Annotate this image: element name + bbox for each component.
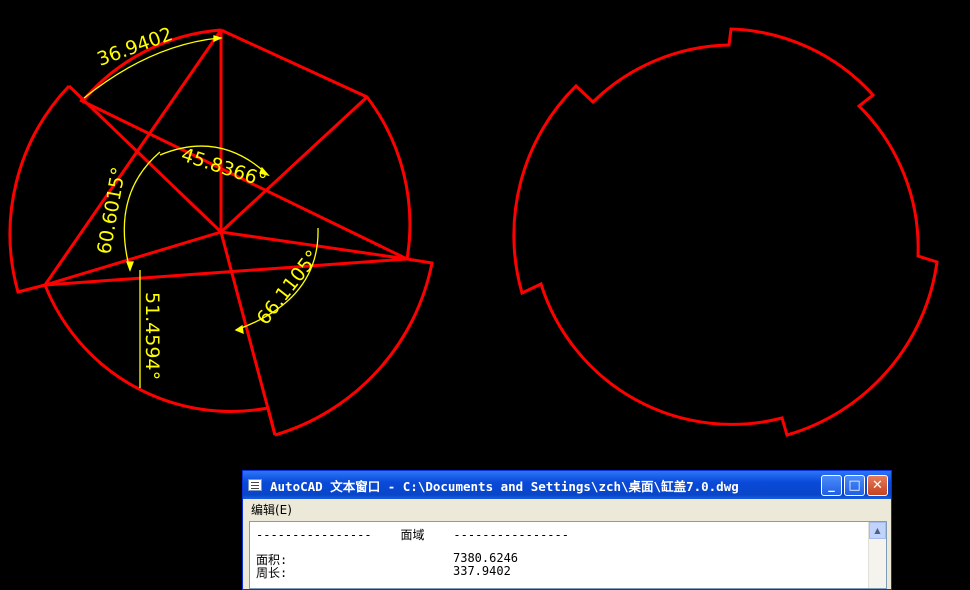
area-value: 7380.6246 <box>453 551 519 565</box>
window-icon[interactable] <box>248 479 262 491</box>
vertical-scrollbar[interactable]: ▲ <box>868 522 886 588</box>
region-header-line: ---------------- 面域 ---------------- <box>256 528 569 542</box>
minimize-icon[interactable]: _ <box>821 475 842 496</box>
arrow-3 <box>126 261 134 272</box>
text-window-menubar: 编辑(E) <box>243 499 891 519</box>
perimeter-label: 周长: <box>256 566 288 580</box>
region-outline <box>512 27 939 437</box>
perimeter-value: 337.9402 <box>453 564 511 578</box>
close-icon[interactable]: ✕ <box>867 475 888 496</box>
scroll-up-arrow-icon[interactable]: ▲ <box>869 522 886 539</box>
arrow-4 <box>234 324 244 335</box>
left-figure <box>8 28 434 437</box>
step-bottom <box>266 407 277 436</box>
text-window-titlebar[interactable]: AutoCAD 文本窗口 - C:\Documents and Settings… <box>243 471 891 499</box>
dim-angle-right-text: 66.1105° <box>253 246 325 329</box>
chord-c <box>44 257 408 287</box>
dim-angle-bottom-left-text: 51.4594° <box>141 292 163 380</box>
text-window-content[interactable]: ---------------- 面域 ---------------- 面积:… <box>249 521 887 589</box>
menu-edit[interactable]: 编辑(E) <box>251 501 292 518</box>
right-figure-region <box>512 27 939 437</box>
maximize-icon[interactable]: □ <box>844 475 865 496</box>
radial-line-bottom <box>219 231 277 436</box>
text-window-title: AutoCAD 文本窗口 - C:\Documents and Settings… <box>270 478 739 494</box>
radial-line-left <box>44 230 222 287</box>
autocad-text-window[interactable]: AutoCAD 文本窗口 - C:\Documents and Settings… <box>242 470 892 590</box>
dim-angle-top-text: 45.8366° <box>178 144 269 192</box>
